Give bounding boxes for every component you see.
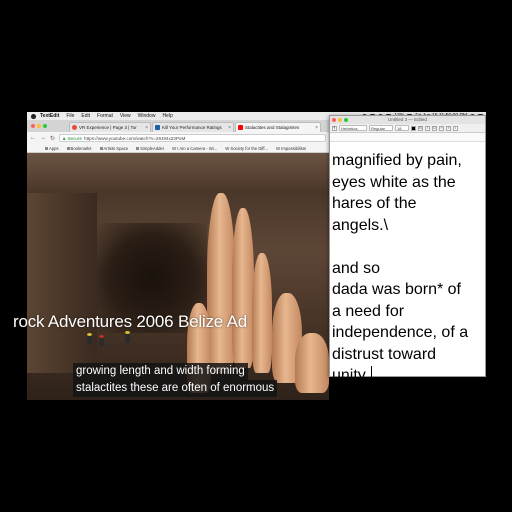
menu-file[interactable]: File — [66, 113, 74, 119]
bookmark-simpleadder[interactable]: SimpleAdder — [136, 146, 164, 151]
bookmark-society[interactable]: W Society for the Diff... — [225, 146, 268, 151]
caver-helmet — [87, 333, 92, 336]
tab-performance-ratings[interactable]: Kill Your Performance Ratings × — [152, 122, 234, 132]
textedit-window: Untitled 3 — Edited ¶ Helvetica Regular … — [329, 115, 486, 384]
minimize-button[interactable] — [37, 124, 41, 128]
address-bar[interactable]: 🔒︎ Secure https://www.youtube.com/watch?… — [59, 134, 326, 142]
favicon-icon — [72, 125, 77, 130]
format-toolbar: ¶ Helvetica Regular 18 B I U ≡ ≡ • — [330, 124, 485, 133]
star-icon — [66, 146, 70, 150]
youtube-icon — [238, 125, 243, 130]
bookmark-bookmarks[interactable]: Bookmarks — [66, 146, 92, 151]
stalagmite — [295, 333, 329, 393]
align-left-icon[interactable]: ≡ — [439, 125, 444, 131]
textedit-window-title: Untitled 3 — Edited — [388, 117, 427, 122]
zoom-button[interactable] — [43, 124, 47, 128]
document-text[interactable]: magnified by pain, eyes white as the har… — [332, 150, 484, 387]
list-icon[interactable]: • — [453, 125, 458, 131]
menu-view[interactable]: View — [120, 113, 131, 119]
tab-stalactites[interactable]: Stalactites and Stalagmites × — [235, 122, 321, 132]
page-icon — [99, 146, 103, 150]
text-cursor — [371, 366, 373, 383]
close-button[interactable] — [31, 124, 35, 128]
toolbar: ← → ↻ 🔒︎ Secure https://www.youtube.com/… — [27, 132, 329, 144]
apps-icon — [45, 146, 48, 150]
apple-icon[interactable] — [31, 113, 36, 119]
secure-label: Secure — [67, 135, 83, 141]
caption-line-1: growing length and width forming — [73, 363, 248, 380]
bookmark-artists-space[interactable]: Artists Space — [99, 146, 128, 151]
forward-icon[interactable]: → — [40, 135, 46, 141]
underline-icon[interactable]: U — [432, 125, 437, 131]
tab-close-icon[interactable]: × — [315, 125, 318, 131]
paragraph-style-icon[interactable]: ¶ — [332, 125, 337, 131]
font-style-select[interactable]: Regular — [369, 125, 393, 131]
lock-icon: 🔒︎ — [63, 135, 66, 141]
tab-close-icon[interactable]: × — [228, 125, 231, 131]
zoom-button[interactable] — [344, 118, 348, 122]
menu-format[interactable]: Format — [97, 113, 113, 119]
back-icon[interactable]: ← — [30, 135, 36, 141]
window-controls — [31, 124, 47, 128]
menu-app-name[interactable]: TextEdit — [40, 113, 59, 119]
browser-window: VR Experience | Page 3 | Tor × Kill Your… — [27, 120, 329, 400]
textedit-window-controls — [332, 118, 348, 122]
reload-icon[interactable]: ↻ — [50, 135, 55, 142]
tab-close-icon[interactable]: × — [145, 125, 148, 131]
textedit-title-bar[interactable]: Untitled 3 — Edited — [330, 116, 485, 124]
bookmark-apps[interactable]: Apps — [45, 146, 59, 151]
tab-vr-experience[interactable]: VR Experience | Page 3 | Tor × — [69, 122, 151, 132]
cave-ceiling — [27, 153, 329, 193]
ruler[interactable] — [330, 133, 485, 142]
document-text-content: magnified by pain, eyes white as the har… — [332, 152, 469, 384]
stalagmite — [232, 208, 254, 368]
font-size-select[interactable]: 18 — [395, 125, 409, 131]
cave-wall — [27, 193, 97, 373]
caver — [125, 333, 130, 343]
url-text: https://www.youtube.com/watch?v=28J94x23… — [84, 135, 186, 141]
bookmark-i-am-a-camera[interactable]: W I Am a Camera - Wi... — [172, 146, 217, 151]
page-icon — [136, 146, 140, 150]
caption-line-2: stalactites these are often of enormous — [73, 380, 278, 397]
menu-help[interactable]: Help — [162, 113, 172, 119]
italic-icon[interactable]: I — [425, 125, 430, 131]
minimize-button[interactable] — [338, 118, 342, 122]
tab-strip: VR Experience | Page 3 | Tor × Kill Your… — [27, 120, 329, 132]
menu-window[interactable]: Window — [138, 113, 156, 119]
text-color-icon[interactable] — [411, 125, 416, 131]
caver — [87, 335, 92, 345]
close-button[interactable] — [332, 118, 336, 122]
bookmarks-bar: Apps Bookmarks Artists Space SimpleAdder… — [27, 144, 329, 153]
caver — [99, 337, 104, 347]
video-title-overlay: rock Adventures 2006 Belize Ad — [13, 312, 248, 331]
favicon-icon — [155, 125, 160, 130]
bold-icon[interactable]: B — [418, 125, 423, 131]
stalagmite — [207, 193, 235, 373]
bookmark-impossibilism[interactable]: W Impossibilism — [276, 146, 306, 151]
menu-edit[interactable]: Edit — [81, 113, 90, 119]
align-center-icon[interactable]: ≡ — [446, 125, 451, 131]
font-family-select[interactable]: Helvetica — [339, 125, 367, 131]
stalagmite — [252, 253, 272, 373]
caver-helmet — [99, 335, 104, 338]
